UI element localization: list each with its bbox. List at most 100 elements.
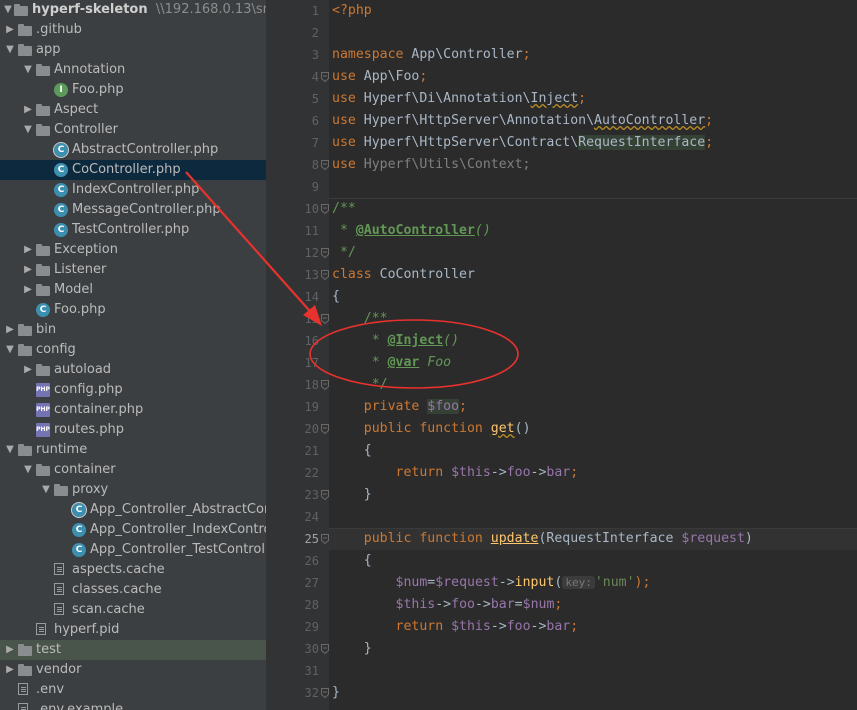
tree-item[interactable]: classes.cache [0,580,266,600]
tree-item[interactable]: aspects.cache [0,560,266,580]
fold-marker-icon[interactable] [321,424,329,434]
tree-item[interactable]: PHP container.php [0,400,266,420]
tree-item[interactable]: ▼ proxy [0,480,266,500]
chevron-down-icon[interactable]: ▼ [4,40,16,60]
tree-item[interactable]: ▶ Model [0,280,266,300]
tree-item[interactable]: C AbstractController.php [0,140,266,160]
chevron-down-icon[interactable]: ▼ [22,120,34,140]
code-line[interactable]: public function update(RequestInterface … [329,528,857,550]
tree-item[interactable]: ▼ container [0,460,266,480]
tree-item[interactable]: I Foo.php [0,80,266,100]
code-line[interactable]: $this->foo->bar=$num; [329,594,857,616]
chevron-right-icon[interactable]: ▶ [22,260,34,280]
tree-item[interactable]: ▼ app [0,40,266,60]
fold-marker-icon[interactable] [321,204,329,214]
chevron-right-icon[interactable]: ▶ [4,320,16,340]
tree-item[interactable]: .env [0,680,266,700]
tree-item[interactable]: .env.example [0,700,266,710]
chevron-down-icon[interactable]: ▼ [4,340,16,360]
tree-root[interactable]: ▼ hyperf-skeleton \\192.168.0.13\smbsha [0,0,266,20]
tree-item[interactable]: C MessageController.php [0,200,266,220]
code-line[interactable]: namespace App\Controller; [329,44,857,66]
fold-marker-icon[interactable] [321,490,329,500]
code-line[interactable]: return $this->foo->bar; [329,462,857,484]
fold-marker-icon[interactable] [321,160,329,170]
code-line[interactable]: } [329,484,857,506]
tree-item[interactable]: ▶ test [0,640,266,660]
tree-item[interactable]: C CoController.php [0,160,266,180]
tree-item[interactable]: ▶ autoload [0,360,266,380]
tree-item[interactable]: ▶ bin [0,320,266,340]
code-line[interactable] [329,176,857,198]
code-line[interactable]: /** [329,198,857,220]
code-line[interactable]: { [329,550,857,572]
fold-marker-icon[interactable] [321,688,329,698]
code-line[interactable]: { [329,440,857,462]
chevron-down-icon[interactable]: ▼ [2,0,14,20]
chevron-down-icon[interactable]: ▼ [22,460,34,480]
code-line[interactable]: { [329,286,857,308]
tree-item[interactable]: ▶ .github [0,20,266,40]
code-line[interactable]: return $this->foo->bar; [329,616,857,638]
code-line[interactable] [329,506,857,528]
tree-item[interactable]: scan.cache [0,600,266,620]
tree-item[interactable]: hyperf.pid [0,620,266,640]
chevron-right-icon[interactable]: ▶ [4,640,16,660]
code-line[interactable]: $num=$request->input(key:'num'); [329,572,857,594]
code-line[interactable]: /** [329,308,857,330]
code-line[interactable]: use Hyperf\HttpServer\Contract\RequestIn… [329,132,857,154]
code-line[interactable]: <?php [329,0,857,22]
tree-item[interactable]: ▼ Controller [0,120,266,140]
chevron-right-icon[interactable]: ▶ [22,360,34,380]
chevron-right-icon[interactable]: ▶ [22,100,34,120]
fold-marker-icon[interactable] [321,72,329,82]
code-line[interactable]: } [329,682,857,704]
tree-item[interactable]: C App_Controller_IndexContro [0,520,266,540]
fold-marker-icon[interactable] [321,534,329,544]
tree-item[interactable]: ▶ Aspect [0,100,266,120]
code-line[interactable]: public function get() [329,418,857,440]
code-line[interactable]: * @var Foo [329,352,857,374]
code-line[interactable]: */ [329,242,857,264]
code-line[interactable]: use Hyperf\HttpServer\Annotation\AutoCon… [329,110,857,132]
fold-marker-icon[interactable] [321,270,329,280]
tree-item[interactable]: ▶ vendor [0,660,266,680]
project-tree[interactable]: ▼ hyperf-skeleton \\192.168.0.13\smbsha … [0,0,266,710]
chevron-down-icon[interactable]: ▼ [22,60,34,80]
code-line[interactable]: use Hyperf\Di\Annotation\Inject; [329,88,857,110]
fold-marker-icon[interactable] [321,314,329,324]
code-line[interactable] [329,22,857,44]
tree-item[interactable]: PHP config.php [0,380,266,400]
tree-item[interactable]: C App_Controller_TestControlle [0,540,266,560]
chevron-down-icon[interactable]: ▼ [4,440,16,460]
fold-marker-icon[interactable] [321,380,329,390]
code-line[interactable] [329,660,857,682]
tree-item[interactable]: PHP routes.php [0,420,266,440]
code-line[interactable]: */ [329,374,857,396]
code-line[interactable]: use App\Foo; [329,66,857,88]
chevron-right-icon[interactable]: ▶ [22,280,34,300]
tree-item-label: app [36,42,61,57]
code-line[interactable]: private $foo; [329,396,857,418]
code-line[interactable]: class CoController [329,264,857,286]
code-line[interactable]: * @AutoController() [329,220,857,242]
tree-item[interactable]: ▶ Exception [0,240,266,260]
chevron-down-icon[interactable]: ▼ [40,480,52,500]
tree-item[interactable]: ▶ Listener [0,260,266,280]
chevron-right-icon[interactable]: ▶ [22,240,34,260]
code-line[interactable]: } [329,638,857,660]
tree-item[interactable]: C App_Controller_AbstractCont [0,500,266,520]
tree-item[interactable]: ▼ config [0,340,266,360]
fold-marker-icon[interactable] [321,644,329,654]
code-line[interactable]: use Hyperf\Utils\Context; [329,154,857,176]
tree-item[interactable]: C IndexController.php [0,180,266,200]
tree-item[interactable]: C Foo.php [0,300,266,320]
tree-item[interactable]: ▼ Annotation [0,60,266,80]
code-editor[interactable]: <?php namespace App\Controller; use App\Fo… [329,0,857,710]
chevron-right-icon[interactable]: ▶ [4,20,16,40]
fold-marker-icon[interactable] [321,248,329,258]
tree-item[interactable]: C TestController.php [0,220,266,240]
chevron-right-icon[interactable]: ▶ [4,660,16,680]
tree-item[interactable]: ▼ runtime [0,440,266,460]
code-line[interactable]: * @Inject() [329,330,857,352]
